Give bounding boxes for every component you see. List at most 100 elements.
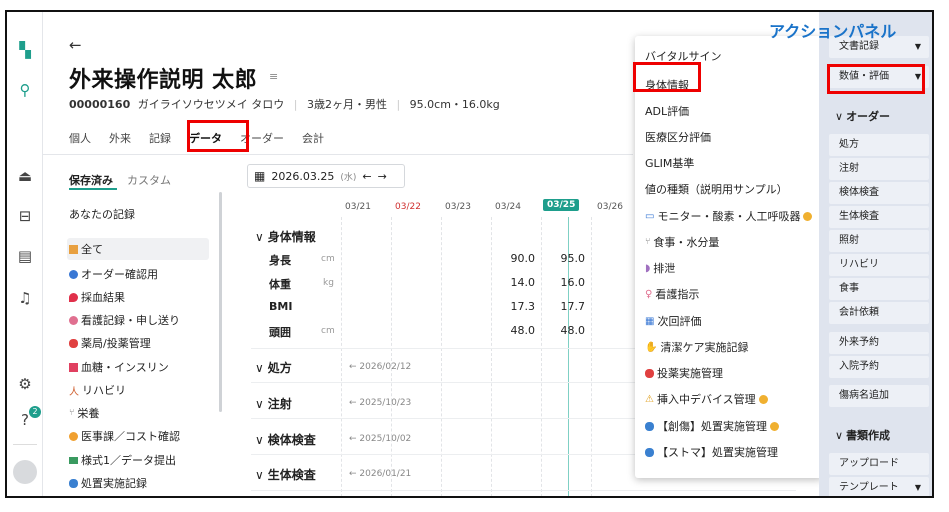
menu-item-adl[interactable]: ADL評価: [645, 103, 689, 119]
prev-date-specimen[interactable]: ← 2025/10/02: [349, 434, 411, 444]
prev-date-physiological[interactable]: ← 2026/01/21: [349, 469, 411, 479]
saved-item-form1[interactable]: 様式1／データ提出: [69, 452, 176, 468]
saved-item-label: 栄養: [77, 407, 100, 420]
menu-item-glim[interactable]: GLIM基準: [645, 155, 694, 171]
saved-item-label: 採血結果: [81, 291, 125, 304]
tab-personal[interactable]: 個人: [69, 128, 91, 152]
value-bmi-0325[interactable]: 17.7: [545, 300, 586, 313]
value-head-0324[interactable]: 48.0: [495, 324, 536, 337]
menu-item-label: 挿入中デバイス管理: [656, 393, 756, 406]
saved-item-glucose[interactable]: 血糖・インスリン: [69, 359, 169, 375]
tab-record[interactable]: 記録: [149, 128, 171, 152]
menu-item-meal[interactable]: ⑂ 食事・水分量: [645, 234, 719, 250]
back-arrow-icon[interactable]: ←: [69, 36, 82, 54]
tab-custom[interactable]: カスタム: [127, 172, 171, 188]
section-physiological[interactable]: ∨ 生体検査: [255, 466, 316, 483]
day-col-0325-today: 03/25: [543, 199, 580, 211]
value-height-0325[interactable]: 95.0: [545, 252, 586, 265]
patient-name: 外来操作説明 太郎: [69, 68, 258, 93]
menu-item-value-types[interactable]: 値の種類（説明用サンプル）: [645, 181, 788, 197]
menu-item-medication[interactable]: 投薬実施管理: [645, 365, 723, 381]
row-height-label: 身長: [269, 254, 291, 267]
order-radiation-button[interactable]: 照射: [829, 230, 929, 252]
menu-item-stoma[interactable]: 【ストマ】処置実施管理: [645, 444, 778, 460]
value-head-0325[interactable]: 48.0: [545, 324, 586, 337]
prev-date-prescription[interactable]: ← 2026/02/12: [349, 362, 411, 372]
section-injection[interactable]: ∨ 注射: [255, 395, 292, 412]
outpatient-reserve-button[interactable]: 外来予約: [829, 332, 929, 354]
menu-item-excretion[interactable]: ◗ 排泄: [645, 260, 675, 276]
logo-icon: ▚: [19, 41, 31, 59]
menu-item-monitor[interactable]: ▭ モニター・酸素・人工呼吸器: [645, 208, 813, 224]
saved-item-nutrition[interactable]: ⑂ 栄養: [69, 405, 99, 421]
day-col-0322: 03/22: [395, 202, 421, 212]
section-label: 注射: [267, 397, 292, 411]
value-weight-0324[interactable]: 14.0: [495, 276, 536, 289]
saved-panel-scrollbar[interactable]: [219, 192, 222, 412]
date-picker[interactable]: ▦ 2026.03.25 (水) ← →: [247, 164, 405, 188]
section-my-records: あなたの記録: [69, 208, 135, 221]
menu-item-wound[interactable]: 【創傷】処置実施管理: [645, 418, 779, 434]
value-weight-0325[interactable]: 16.0: [545, 276, 586, 289]
saved-item-blood[interactable]: 採血結果: [69, 289, 125, 305]
gear-icon[interactable]: ⚙: [15, 374, 35, 394]
document-icon[interactable]: ▤: [15, 246, 35, 266]
keyboard-icon: [69, 456, 78, 464]
menu-item-medical-class[interactable]: 医療区分評価: [645, 129, 711, 145]
inpatient-reserve-button[interactable]: 入院予約: [829, 356, 929, 378]
template-button[interactable]: テンプレート ▼: [829, 477, 929, 496]
saved-item-rehab[interactable]: 人リハビリ: [69, 382, 126, 398]
eject-icon[interactable]: ⏏: [15, 166, 35, 186]
order-prescription-button[interactable]: 処方: [829, 134, 929, 156]
tab-saved[interactable]: 保存済み: [69, 172, 113, 188]
grid-line: [491, 217, 492, 496]
menu-item-device[interactable]: ⚠ 挿入中デバイス管理: [645, 391, 768, 407]
order-billing-button[interactable]: 会計依頼: [829, 302, 929, 324]
tab-outpatient[interactable]: 外来: [109, 128, 131, 152]
patient-id: 00000160: [69, 98, 131, 111]
order-specimen-button[interactable]: 検体検査: [829, 182, 929, 204]
highlight-data-tab: [187, 120, 249, 152]
menu-item-nursing-order[interactable]: ♀ 看護指示: [645, 286, 699, 302]
order-header[interactable]: ∨ オーダー: [835, 108, 890, 124]
calendar-icon: ▦: [645, 315, 655, 327]
bed-icon[interactable]: ⊟: [15, 206, 35, 226]
section-specimen[interactable]: ∨ 検体検査: [255, 431, 316, 448]
nurse-icon: [69, 315, 78, 325]
section-prescription[interactable]: ∨ 処方: [255, 359, 292, 376]
row-divider: [251, 490, 796, 491]
menu-item-label: 【ストマ】処置実施管理: [657, 446, 778, 459]
saved-item-order-check[interactable]: オーダー確認用: [69, 266, 158, 282]
prev-date-injection[interactable]: ← 2025/10/23: [349, 398, 411, 408]
avatar[interactable]: [13, 460, 37, 484]
patient-search-icon[interactable]: ⚲: [15, 80, 35, 100]
add-disease-button[interactable]: 傷病名追加: [829, 385, 929, 407]
order-injection-button[interactable]: 注射: [829, 158, 929, 180]
order-meal-button[interactable]: 食事: [829, 278, 929, 300]
chevron-down-icon: ∨: [255, 397, 264, 411]
value-bmi-0324[interactable]: 17.3: [495, 300, 536, 313]
order-rehab-button[interactable]: リハビリ: [829, 254, 929, 276]
order-physiological-button[interactable]: 生体検査: [829, 206, 929, 228]
next-day-button[interactable]: →: [378, 170, 387, 183]
status-dot-icon: [803, 211, 813, 221]
button-label: 文書記録: [839, 41, 879, 52]
menu-item-hygiene[interactable]: ✋ 清潔ケア実施記録: [645, 339, 748, 355]
pill-icon: [69, 338, 78, 348]
saved-item-nursing[interactable]: 看護記録・申し送り: [69, 312, 180, 328]
section-body-info[interactable]: ∨ 身体情報: [255, 228, 316, 245]
saved-item-pharmacy[interactable]: 薬局/投薬管理: [69, 335, 151, 351]
upload-button[interactable]: アップロード: [829, 453, 929, 475]
status-dot-icon: [770, 421, 779, 431]
saved-item-all[interactable]: 全て: [67, 238, 209, 260]
menu-item-next-eval[interactable]: ▦ 次回評価: [645, 313, 701, 329]
saved-item-treatment[interactable]: 処置実施記録: [69, 475, 147, 491]
bell-icon[interactable]: ♫: [15, 288, 35, 308]
doc-create-header[interactable]: ∨ 書類作成: [835, 427, 890, 443]
monitor-icon: ▭: [645, 210, 655, 222]
prev-day-button[interactable]: ←: [362, 170, 371, 183]
tab-billing[interactable]: 会計: [302, 128, 324, 152]
value-height-0324[interactable]: 90.0: [495, 252, 536, 265]
saved-item-billing[interactable]: 医事課／コスト確認: [69, 428, 180, 444]
memo-icon[interactable]: ≡: [269, 70, 278, 83]
